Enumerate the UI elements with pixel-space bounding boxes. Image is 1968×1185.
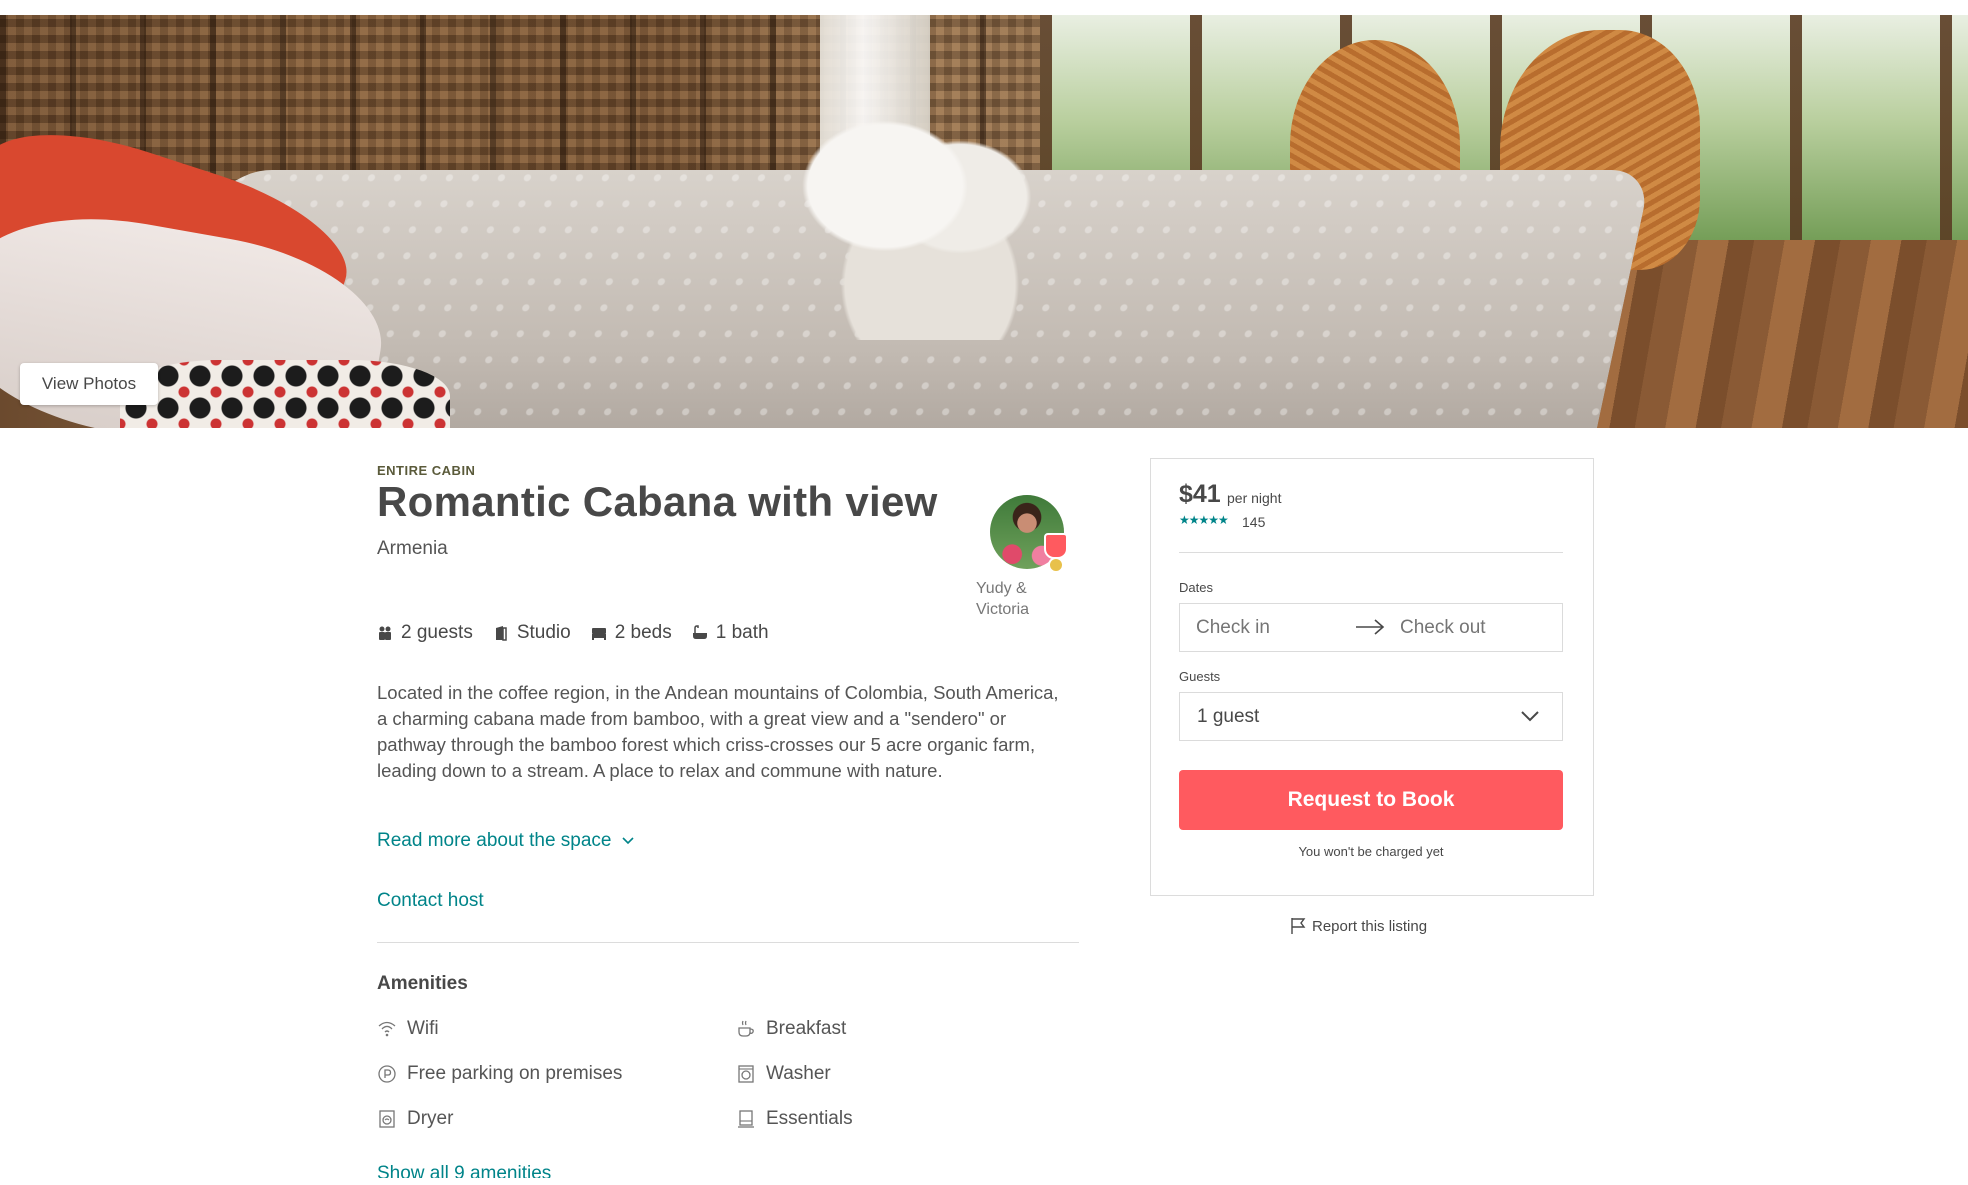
report-label[interactable]: Report this listing bbox=[1312, 918, 1427, 935]
card-divider bbox=[1179, 552, 1563, 553]
coffee-cup-icon bbox=[738, 1020, 754, 1037]
hero-photo[interactable] bbox=[0, 0, 1968, 430]
amenity-dryer: Dryer bbox=[377, 1108, 453, 1130]
fact-room-label: Studio bbox=[516, 622, 571, 643]
amenity-breakfast: Breakfast bbox=[736, 1018, 846, 1040]
fact-beds: 2 beds bbox=[591, 622, 672, 644]
towel-swans-image bbox=[780, 120, 1080, 340]
amenity-essentials: Essentials bbox=[736, 1108, 853, 1130]
chevron-down-icon bbox=[621, 837, 634, 845]
washer-icon bbox=[738, 1065, 754, 1083]
per-night-label: per night bbox=[1227, 490, 1282, 506]
bed-icon bbox=[591, 628, 606, 640]
view-photos-button[interactable]: View Photos bbox=[20, 363, 158, 405]
patterned-pillow-image bbox=[120, 360, 450, 430]
amenities-heading: Amenities bbox=[377, 973, 468, 994]
charge-note: You won't be charged yet bbox=[1298, 844, 1444, 859]
amenity-label: Wifi bbox=[407, 1018, 439, 1039]
amenity-label: Dryer bbox=[407, 1108, 454, 1129]
bathtub-icon bbox=[692, 625, 707, 639]
contact-host-link[interactable]: Contact host bbox=[377, 890, 484, 912]
verified-dot-icon bbox=[1048, 557, 1064, 573]
door-icon bbox=[495, 626, 507, 641]
check-out-field[interactable]: Check out bbox=[1400, 617, 1486, 639]
dryer-icon bbox=[379, 1110, 395, 1128]
amenity-parking: Free parking on premises bbox=[377, 1063, 622, 1085]
amenity-wifi: Wifi bbox=[377, 1018, 439, 1040]
guests-value[interactable]: 1 guest bbox=[1197, 706, 1259, 728]
fact-guests-label: 2 guests bbox=[401, 622, 473, 643]
fact-room: Studio bbox=[493, 622, 571, 644]
fact-beds-label: 2 beds bbox=[614, 622, 672, 643]
guests-icon bbox=[379, 626, 391, 640]
section-divider bbox=[377, 942, 1079, 943]
amenity-washer: Washer bbox=[736, 1063, 831, 1085]
arrow-right-icon bbox=[1356, 619, 1385, 635]
review-count[interactable]: 145 bbox=[1242, 514, 1265, 530]
essentials-icon bbox=[738, 1110, 754, 1128]
dates-label: Dates bbox=[1179, 580, 1213, 595]
listing-title: Romantic Cabana with view bbox=[377, 478, 938, 525]
read-more-link[interactable]: Read more about the space bbox=[377, 830, 634, 852]
listing-location[interactable]: Armenia bbox=[377, 538, 448, 560]
fact-guests: 2 guests bbox=[377, 622, 473, 644]
host-name[interactable]: Yudy & Victoria bbox=[976, 578, 1036, 620]
report-listing-link[interactable]: Report this listing bbox=[1290, 917, 1427, 935]
parking-icon bbox=[378, 1065, 396, 1083]
amenity-label: Essentials bbox=[766, 1108, 853, 1129]
hero-bottom-edge bbox=[0, 428, 1968, 430]
request-to-book-button[interactable]: Request to Book bbox=[1179, 770, 1563, 830]
star-rating[interactable]: ★★★★★ bbox=[1179, 513, 1229, 527]
amenity-label: Breakfast bbox=[766, 1018, 847, 1039]
guests-label: Guests bbox=[1179, 669, 1221, 684]
amenity-label: Washer bbox=[766, 1063, 831, 1084]
listing-type: ENTIRE CABIN bbox=[377, 463, 476, 478]
fact-baths: 1 bath bbox=[692, 622, 769, 644]
listing-description: Located in the coffee region, in the And… bbox=[377, 682, 1059, 781]
listing-facts: 2 guests Studio 2 beds 1 bath bbox=[377, 622, 769, 644]
superhost-badge-icon bbox=[1044, 533, 1068, 559]
nightly-price: $41 bbox=[1179, 480, 1221, 508]
flag-icon bbox=[1291, 918, 1306, 934]
wifi-icon bbox=[378, 1021, 396, 1037]
fact-baths-label: 1 bath bbox=[715, 622, 769, 643]
check-in-field[interactable]: Check in bbox=[1196, 617, 1270, 639]
read-more-label[interactable]: Read more about the space bbox=[377, 830, 612, 852]
page-bottom-edge bbox=[0, 1178, 1968, 1184]
chevron-down-icon[interactable] bbox=[1520, 709, 1540, 723]
amenity-label: Free parking on premises bbox=[407, 1063, 623, 1084]
